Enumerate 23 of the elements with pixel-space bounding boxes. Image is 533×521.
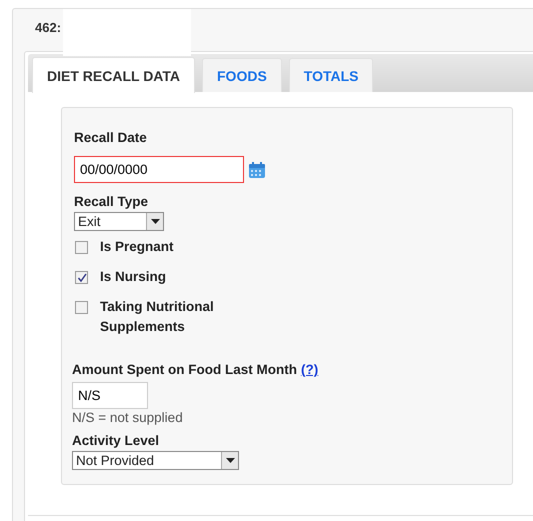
checkbox-label: Taking Nutritional Supplements xyxy=(100,298,215,336)
hint-text: N/S = not supplied xyxy=(72,410,184,425)
calendar-icon[interactable] xyxy=(248,160,266,178)
date-field[interactable]: 00/00/0000 xyxy=(74,156,244,183)
field-label: Activity Level xyxy=(72,433,160,448)
caret-icon xyxy=(226,458,234,463)
checkbox[interactable] xyxy=(75,271,88,284)
tab[interactable]: TOTALS xyxy=(288,58,374,92)
field-label: Recall Type xyxy=(74,194,150,209)
record-title: 462: xyxy=(35,20,62,35)
amount-field[interactable]: N/S xyxy=(72,382,148,409)
caret-icon xyxy=(150,219,160,224)
activity-level-dropdown[interactable]: Not Provided xyxy=(72,451,239,470)
field-label: Amount Spent on Food Last Month xyxy=(72,362,297,377)
recall-type-dropdown[interactable]: Exit xyxy=(74,212,164,231)
checkbox-label: Is Nursing xyxy=(100,268,168,286)
checkbox-label: Is Pregnant xyxy=(100,238,175,256)
help-link[interactable]: (?) xyxy=(300,362,318,377)
tab[interactable]: FOODS xyxy=(202,58,282,92)
tab[interactable]: DIET RECALL DATA xyxy=(32,57,195,93)
checkbox[interactable] xyxy=(75,241,88,254)
field-label: Recall Date xyxy=(74,130,148,145)
checkbox[interactable] xyxy=(75,301,88,314)
